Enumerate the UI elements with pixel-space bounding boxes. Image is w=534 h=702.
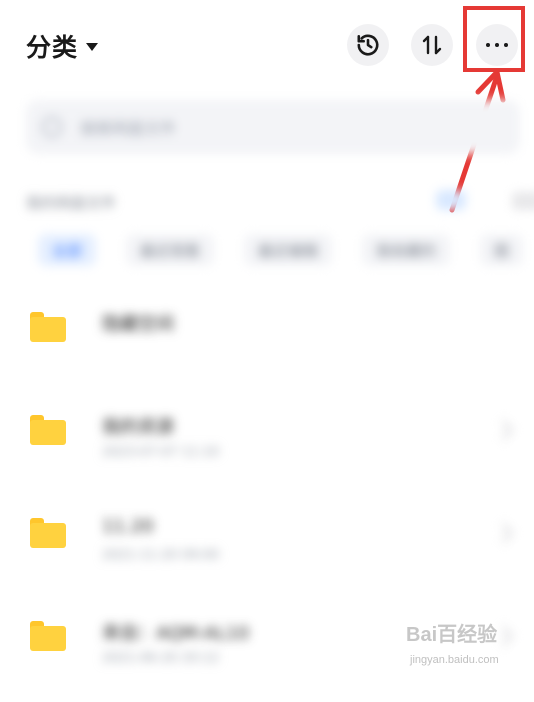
list-item[interactable]: 11.20 2021-11-20 09:00	[0, 496, 534, 599]
file-name: 我的资源	[102, 417, 174, 438]
chevron-right-icon	[493, 420, 513, 440]
folder-icon	[30, 518, 66, 548]
path-breadcrumb: 我的网盘文件	[26, 186, 534, 216]
history-button[interactable]	[347, 24, 389, 66]
watermark-brand: Bai百经验	[406, 624, 498, 646]
annotation-highlight-box	[463, 6, 525, 72]
list-item[interactable]: 我的资源 2023-07-07 11:10	[0, 393, 534, 496]
file-date: 2023-07-07 11:10	[102, 445, 220, 460]
filter-tab-all[interactable]: 全部	[38, 234, 97, 266]
file-date: 2021-11-20 09:00	[102, 548, 220, 563]
path-text[interactable]: 我的网盘文件	[26, 192, 116, 213]
file-date: 2021-06-20 20:12	[102, 651, 220, 666]
search-placeholder: 搜索网盘文件	[80, 119, 177, 138]
filter-tab-images[interactable]: 图	[480, 234, 524, 266]
select-icon[interactable]	[512, 192, 534, 210]
search-bar[interactable]: 搜索网盘文件	[26, 100, 520, 154]
search-icon	[42, 117, 62, 137]
history-icon	[357, 34, 379, 56]
list-item[interactable]: 隐藏空间	[0, 290, 534, 393]
sort-icon	[422, 35, 442, 55]
category-selector[interactable]: 分类	[26, 28, 99, 64]
filter-tab-recent-view[interactable]: 最近观看	[126, 234, 215, 266]
folder-icon	[30, 415, 66, 445]
file-name: 来自：AQM-AL10	[102, 623, 250, 644]
watermark: Bai百经验 jingyan.baidu.com	[406, 618, 526, 672]
page-title: 分类	[26, 33, 79, 62]
file-name: 11.20	[102, 516, 154, 537]
file-name: 隐藏空间	[102, 314, 174, 335]
folder-icon	[30, 312, 66, 342]
folder-icon	[30, 621, 66, 651]
filter-tab-favorites[interactable]: 我收藏的	[362, 234, 451, 266]
filter-tab-recent-edit[interactable]: 最近编辑	[244, 234, 333, 266]
watermark-url: jingyan.baidu.com	[410, 654, 499, 666]
filter-tabs: 全部 最近观看 最近编辑 我收藏的 图	[38, 234, 534, 266]
view-toggle-icon[interactable]	[436, 190, 466, 210]
chevron-right-icon	[493, 523, 513, 543]
caret-down-icon	[86, 43, 99, 51]
sort-button[interactable]	[411, 24, 453, 66]
top-bar: 分类	[0, 0, 534, 92]
